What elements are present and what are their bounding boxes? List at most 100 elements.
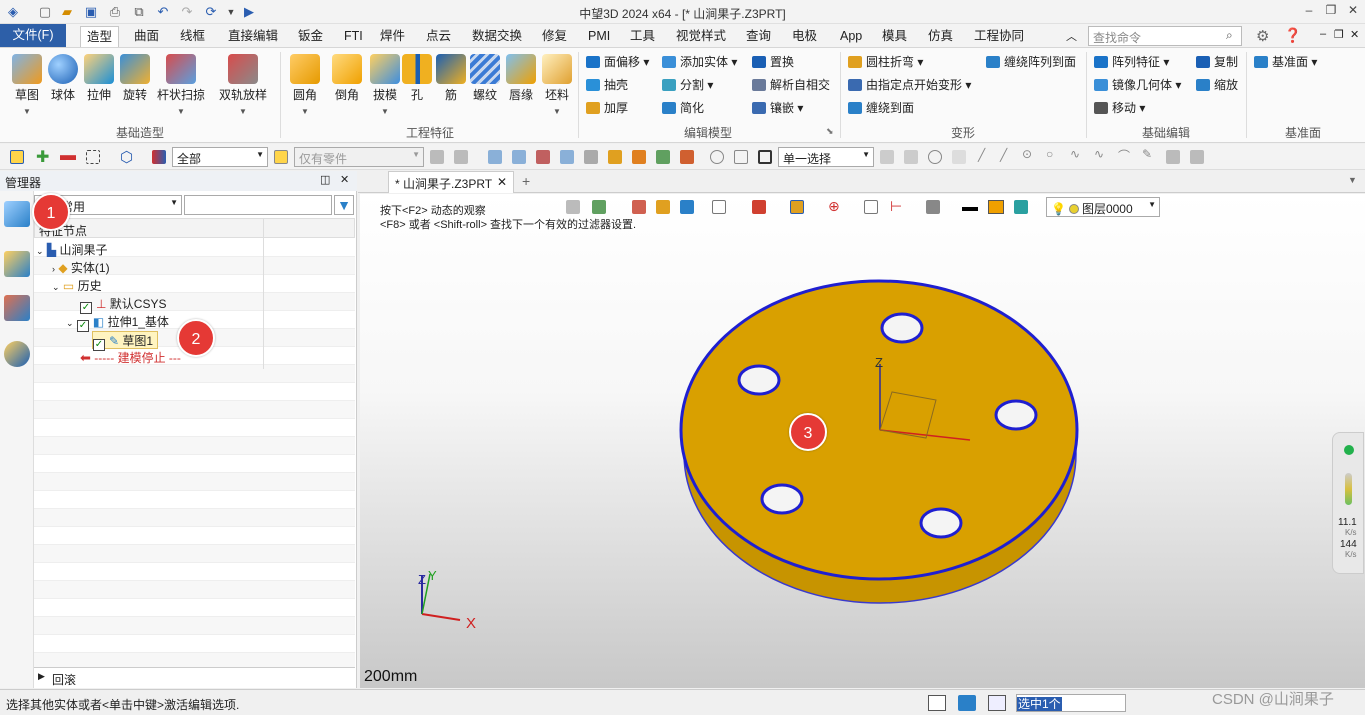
remove-icon[interactable]: ▬ xyxy=(60,147,76,165)
tree-node-stop[interactable]: ⬅ ----- 建模停止 --- xyxy=(80,349,181,367)
polygon-select-icon[interactable]: ⬡ xyxy=(120,148,133,166)
assembly-tab-icon[interactable] xyxy=(4,251,30,277)
extrude-button[interactable]: 拉伸 xyxy=(80,54,118,103)
move-button[interactable]: 移动 ▾ xyxy=(1094,98,1145,118)
tree-node-extrude[interactable]: ⌄ ✓ ◧ 拉伸1_基体 xyxy=(66,313,169,332)
thicken-button[interactable]: 加厚 xyxy=(586,98,628,118)
face-offset-button[interactable]: 面偏移 ▾ xyxy=(586,52,649,72)
tab-collaboration[interactable]: 工程协同 xyxy=(968,26,1030,47)
sphere-button[interactable]: 球体 xyxy=(44,54,82,103)
tab-fti[interactable]: FTI xyxy=(338,26,369,47)
snap-c-icon[interactable] xyxy=(928,150,942,164)
tab-repair[interactable]: 修复 xyxy=(536,26,573,47)
copy-button[interactable]: 复制 xyxy=(1196,52,1238,72)
filter-select[interactable]: 全部 ▼ xyxy=(172,147,268,167)
thread-button[interactable]: 螺纹 xyxy=(466,54,504,103)
tree-node-sketch[interactable]: ✓ ✎ 草图1 xyxy=(92,331,159,351)
tab-tools[interactable]: 工具 xyxy=(624,26,661,47)
tree-node-root[interactable]: ⌄ ▙ 山涧果子 xyxy=(36,241,107,259)
circle2-icon[interactable]: ○ xyxy=(1046,147,1053,161)
command-search-input[interactable]: 查找命令 xyxy=(1088,26,1242,46)
fillet-button[interactable]: 圆角 ▼ xyxy=(286,54,324,116)
network-monitor[interactable]: 11.1 K/s 144 K/s xyxy=(1332,432,1364,574)
filter-icon[interactable] xyxy=(152,150,166,164)
snap-b-icon[interactable] xyxy=(904,150,918,164)
add-icon[interactable]: ✚ xyxy=(36,147,49,167)
circle-icon[interactable]: ⊙ xyxy=(1022,147,1032,161)
self-intersect-button[interactable]: 解析自相交 xyxy=(752,75,830,95)
replace-button[interactable]: 置换 xyxy=(752,52,794,72)
tool-h-icon[interactable] xyxy=(608,150,622,164)
file-menu[interactable]: 文件(F) xyxy=(0,24,66,47)
pick-icon[interactable] xyxy=(10,150,24,164)
user-tab-icon[interactable] xyxy=(4,341,30,367)
cylinder-bend-button[interactable]: 圆柱折弯 ▾ xyxy=(848,52,923,72)
manager-search-input[interactable] xyxy=(184,195,332,215)
rib-button[interactable]: 筋 xyxy=(432,54,470,103)
tool-i-icon[interactable] xyxy=(632,150,646,164)
collapse-ribbon-icon[interactable]: ︿ xyxy=(1066,28,1077,44)
help-icon[interactable]: ❓ xyxy=(1284,27,1301,44)
status-monitor-icon[interactable] xyxy=(958,695,976,711)
revolve-button[interactable]: 旋转 xyxy=(116,54,154,103)
shell-button[interactable]: 抽壳 xyxy=(586,75,628,95)
history-tab-icon[interactable] xyxy=(4,201,30,227)
tab-wireframe[interactable]: 线框 xyxy=(174,26,211,47)
tab-modeling[interactable]: 造型 xyxy=(80,26,120,47)
tool-d-icon[interactable] xyxy=(512,150,526,164)
part-model[interactable]: Z Z Y X xyxy=(360,194,1365,688)
tool-f-icon[interactable] xyxy=(560,150,574,164)
tab-pointcloud[interactable]: 点云 xyxy=(420,26,457,47)
simplify-button[interactable]: 简化 xyxy=(662,98,704,118)
tool-e-icon[interactable] xyxy=(536,150,550,164)
tab-direct-edit[interactable]: 直接编辑 xyxy=(222,26,284,47)
point-deform-button[interactable]: 由指定点开始变形 ▾ xyxy=(848,75,971,95)
tool-j-icon[interactable] xyxy=(656,150,670,164)
funnel-icon[interactable]: ▼ xyxy=(334,195,354,215)
tab-visual-style[interactable]: 视觉样式 xyxy=(670,26,732,47)
search-icon[interactable]: ⌕ xyxy=(1226,28,1233,43)
tab-surface[interactable]: 曲面 xyxy=(128,26,165,47)
line2-icon[interactable]: ╱ xyxy=(1000,148,1007,162)
tool-m-icon[interactable] xyxy=(734,150,748,164)
tool-l-icon[interactable] xyxy=(710,150,724,164)
box-select-icon[interactable] xyxy=(86,150,100,164)
extrude-checkbox[interactable]: ✓ xyxy=(76,320,89,332)
tab-app[interactable]: App xyxy=(834,26,868,47)
sketch-button[interactable]: 草图 ▼ xyxy=(8,54,46,116)
stock-button[interactable]: 坯料 ▼ xyxy=(538,54,576,116)
status-list-icon[interactable] xyxy=(988,695,1006,711)
tab-query[interactable]: 查询 xyxy=(740,26,777,47)
wrap-to-face-button[interactable]: 缠绕到面 xyxy=(848,98,914,118)
rollback-bar[interactable]: ▶ 回滚 xyxy=(34,667,355,687)
restore-button[interactable]: ❐ xyxy=(1322,3,1340,21)
tab-simulation[interactable]: 仿真 xyxy=(922,26,959,47)
tab-pmi[interactable]: PMI xyxy=(582,26,616,47)
gear-icon[interactable]: ⚙ xyxy=(1256,27,1269,45)
dialog-launcher-icon[interactable]: ⬊ xyxy=(826,126,834,137)
tab-weldment[interactable]: 焊件 xyxy=(374,26,411,47)
doc-close-button[interactable]: ✕ xyxy=(1350,28,1359,41)
sweep-button[interactable]: 杆状扫掠 ▼ xyxy=(156,54,206,116)
doc-tab-active[interactable]: * 山涧果子.Z3PRT ✕ xyxy=(388,171,514,193)
minimize-button[interactable]: – xyxy=(1300,3,1318,21)
tab-sheetmetal[interactable]: 钣金 xyxy=(292,26,329,47)
3d-viewport[interactable]: 按下<F2> 动态的观察 <F8> 或者 <Shift-roll> 查找下一个有… xyxy=(360,194,1365,688)
tool-k-icon[interactable] xyxy=(680,150,694,164)
tree-node-history[interactable]: ⌄ ▭ 历史 xyxy=(52,277,102,295)
snap-a-icon[interactable] xyxy=(880,150,894,164)
tool-c-icon[interactable] xyxy=(488,150,502,164)
lip-button[interactable]: 唇缘 xyxy=(502,54,540,103)
doc-tab-close-icon[interactable]: ✕ xyxy=(497,175,507,189)
loft-button[interactable]: 双轨放样 ▼ xyxy=(218,54,268,116)
tab-mold[interactable]: 模具 xyxy=(876,26,913,47)
pin-icon[interactable]: ◫ xyxy=(320,173,330,186)
new-tab-icon[interactable]: + xyxy=(522,173,530,189)
panel-close-icon[interactable]: ✕ xyxy=(340,173,349,186)
part-filter-select[interactable]: 仅有零件 ▼ xyxy=(294,147,424,167)
tool-p-icon[interactable] xyxy=(1190,150,1204,164)
tab-data-exchange[interactable]: 数据交换 xyxy=(466,26,528,47)
close-button[interactable]: ✕ xyxy=(1344,3,1362,21)
snap-d-icon[interactable] xyxy=(952,150,966,164)
tool-o-icon[interactable] xyxy=(1166,150,1180,164)
